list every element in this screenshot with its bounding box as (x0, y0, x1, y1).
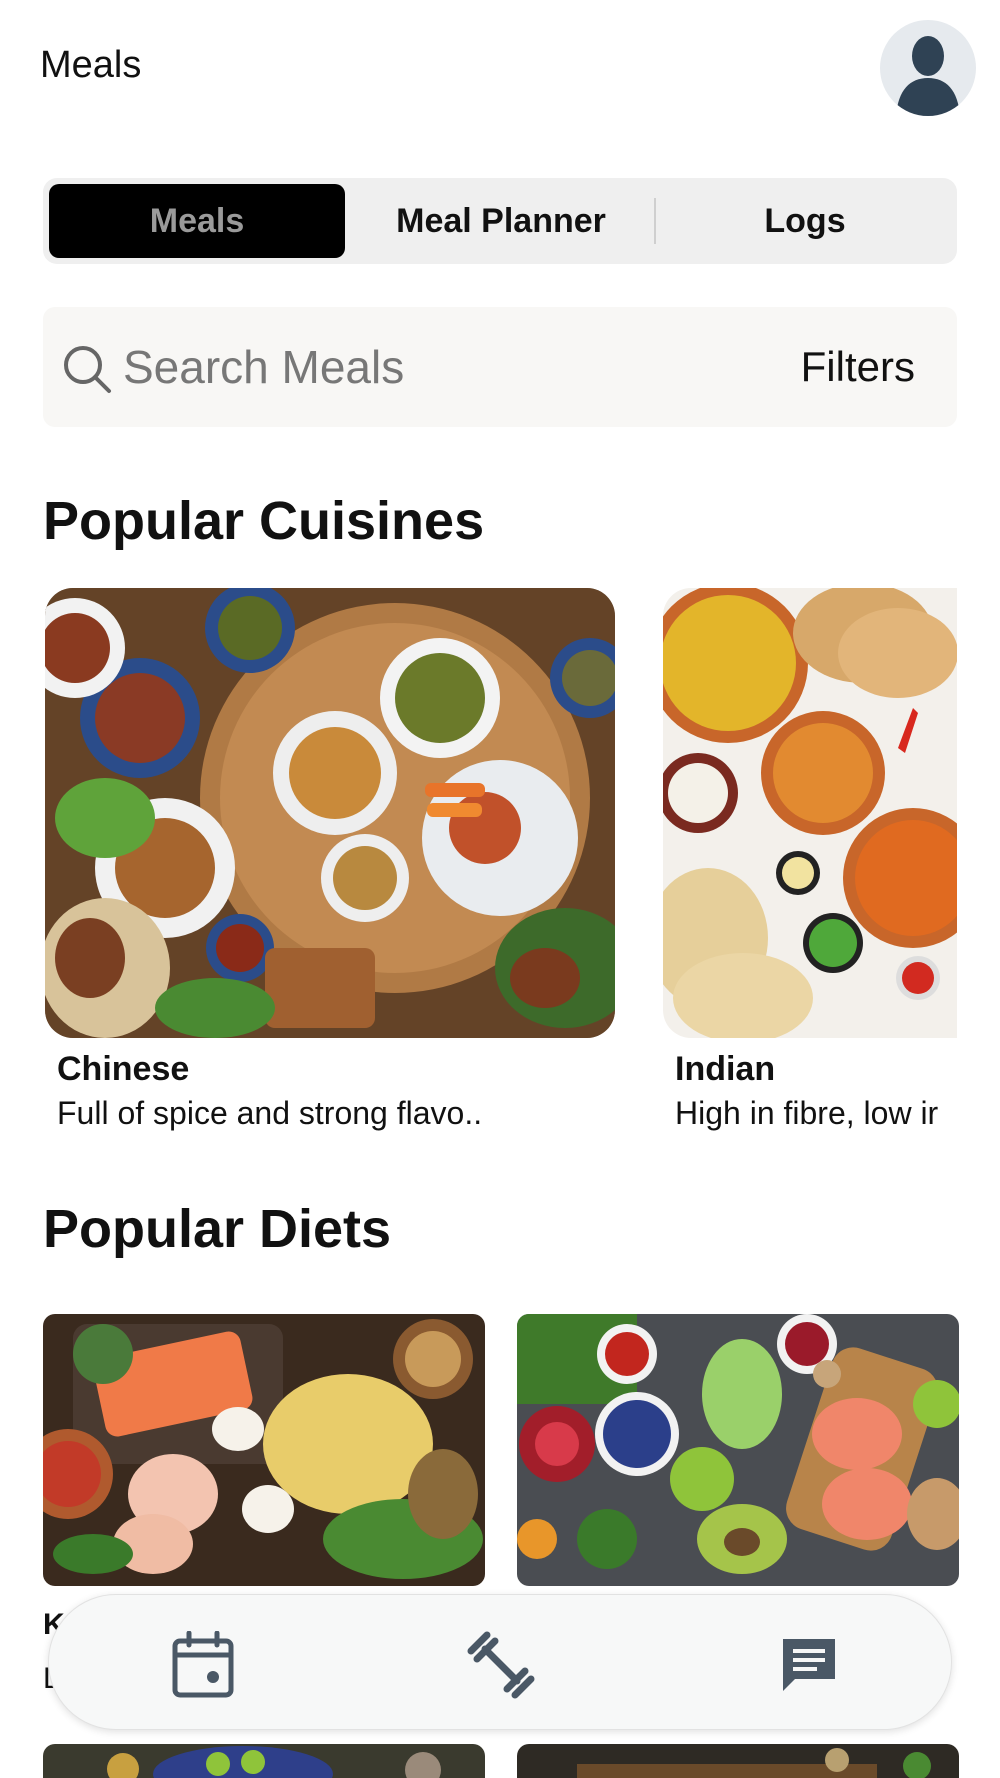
nav-workouts[interactable] (465, 1629, 537, 1701)
diet-image-3 (43, 1744, 485, 1778)
avatar[interactable] (880, 20, 976, 116)
cuisine-card-chinese[interactable]: Chinese Full of spice and strong flavo.. (45, 588, 615, 1132)
tab-meals[interactable]: Meals (49, 184, 345, 258)
search-input[interactable] (123, 337, 683, 397)
cuisine-description: Full of spice and strong flavo.. (57, 1095, 483, 1131)
person-icon (896, 36, 960, 116)
tab-bar: Meals Meal Planner Logs (43, 178, 957, 264)
tab-logs[interactable]: Logs (659, 184, 951, 258)
search-bar: Filters (43, 307, 957, 427)
cuisine-carousel: Chinese Full of spice and strong flavo.. (43, 588, 957, 1148)
calendar-icon (172, 1631, 234, 1698)
bottom-nav (48, 1594, 952, 1730)
section-title-cuisines: Popular Cuisines (43, 491, 485, 551)
tab-meal-planner[interactable]: Meal Planner (353, 184, 649, 258)
cuisine-description: High in fibre, low ir (675, 1095, 939, 1131)
cuisine-image-chinese (45, 588, 615, 1038)
diet-card-3[interactable] (43, 1744, 485, 1778)
cuisine-name: Indian (675, 1050, 776, 1088)
header: Meals (0, 0, 1000, 140)
cuisine-image-indian (663, 588, 957, 1038)
chat-icon (783, 1639, 835, 1691)
page-title: Meals (40, 44, 142, 86)
search-icon (64, 346, 111, 393)
diet-card-mediterranean[interactable] (517, 1314, 959, 1586)
nav-messages[interactable] (773, 1629, 845, 1701)
diet-image-4 (517, 1744, 959, 1778)
diet-card-keto[interactable] (43, 1314, 485, 1586)
diet-image-keto (43, 1314, 485, 1586)
filters-button[interactable]: Filters (801, 343, 915, 391)
cuisine-name: Chinese (57, 1050, 190, 1088)
section-title-diets: Popular Diets (43, 1199, 392, 1259)
cuisine-card-indian[interactable]: Indian High in fibre, low ir (663, 588, 957, 1132)
nav-calendar[interactable] (167, 1629, 239, 1701)
tab-divider (654, 198, 656, 244)
dumbbell-icon (467, 1631, 535, 1699)
diet-card-4[interactable] (517, 1744, 959, 1778)
diet-image-mediterranean (517, 1314, 959, 1586)
